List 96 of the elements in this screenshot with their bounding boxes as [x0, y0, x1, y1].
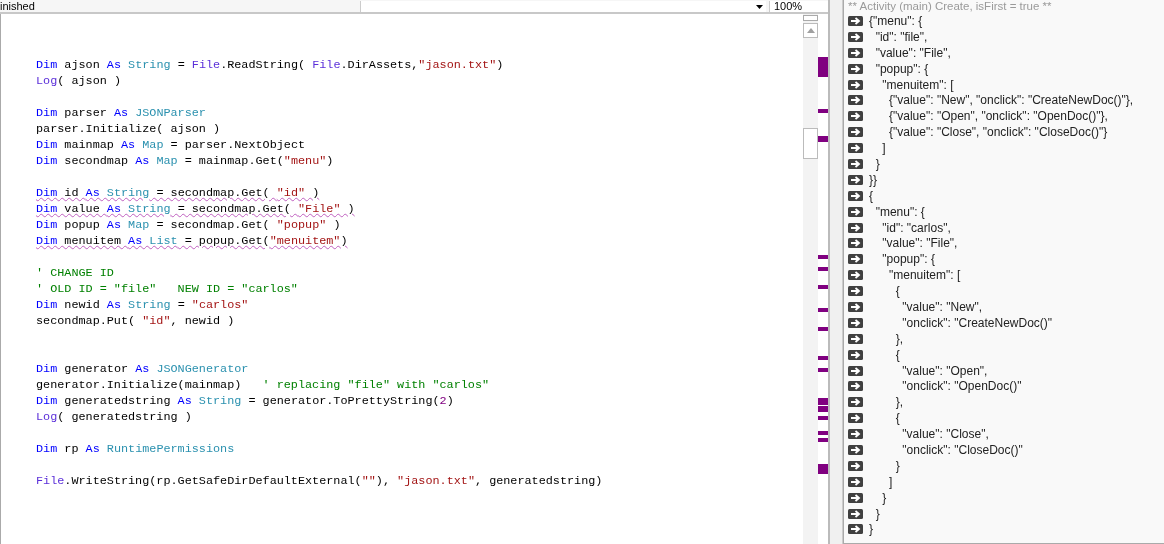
code-line: Dim mainmap As Map = parser.NextObject: [36, 138, 306, 152]
arrow-icon: [848, 460, 863, 471]
dropdown-field[interactable]: [360, 1, 766, 12]
log-line: {: [894, 284, 900, 299]
log-line: }}: [869, 172, 877, 187]
code-line: Log( ajson ): [36, 74, 121, 88]
arrow-icon: [848, 63, 863, 74]
split-handle[interactable]: [803, 15, 818, 21]
arrow-icon: [848, 317, 863, 328]
log-line: }: [869, 522, 873, 537]
arrow-icon: [848, 349, 863, 360]
code-line: Log( generatedstring ): [36, 410, 192, 424]
log-header: ** Activity (main) Create, isFirst = true **: [848, 0, 1053, 13]
arrow-icon: [848, 333, 863, 344]
log-line: "popup": {: [874, 61, 929, 76]
log-line: },: [894, 331, 903, 346]
log-line: "value": "New",: [901, 299, 983, 314]
arrow-icon: [848, 286, 863, 297]
arrow-icon: [848, 47, 863, 58]
log-line: {: [894, 411, 900, 426]
arrow-icon: [848, 413, 863, 424]
log-line: "value": "File",: [874, 45, 951, 60]
code-line: Dim generator As JSONGenerator: [36, 362, 249, 376]
status-text: inished: [0, 1, 36, 12]
vertical-scrollbar[interactable]: [803, 14, 818, 544]
log-line: "onclick": "CreateNewDoc()": [901, 315, 1053, 330]
code-line: Dim value As String = secondmap.Get( "File" ): [36, 202, 355, 216]
arrow-icon: [848, 95, 863, 106]
code-line: Dim newid As String = "carlos": [36, 298, 249, 312]
scroll-up-button[interactable]: [803, 23, 818, 38]
arrow-icon: [848, 492, 863, 503]
arrow-icon: [848, 397, 863, 408]
log-line: }: [881, 490, 887, 505]
arrow-icon: [848, 127, 863, 138]
log-line: },: [894, 395, 903, 410]
log-line: }: [874, 506, 880, 521]
arrow-icon: [848, 15, 863, 26]
code-line: parser.Initialize( ajson ): [36, 122, 221, 136]
log-line: "popup": {: [881, 252, 935, 267]
scroll-thumb[interactable]: [803, 128, 818, 159]
arrow-icon: [848, 190, 863, 201]
log-line: "id": "file",: [874, 29, 928, 44]
arrow-icon: [848, 270, 863, 281]
log-line: "value": "Open",: [901, 363, 988, 378]
caret-icon: [756, 4, 763, 9]
arrow-icon: [848, 206, 863, 217]
code-line: Dim popup As Map = secondmap.Get( "popup" ): [36, 218, 341, 232]
log-line: ]: [888, 474, 893, 489]
log-line: ]: [881, 141, 886, 156]
log-line: }: [894, 458, 900, 473]
log-line: "menuitem": [: [881, 77, 954, 92]
log-line: {: [869, 188, 873, 203]
code-line: Dim rp As RuntimePermissions: [36, 442, 235, 456]
log-line: "menuitem": [: [888, 268, 961, 283]
log-line: {: [894, 347, 900, 362]
pane-splitter[interactable]: [828, 0, 843, 544]
code-line: Dim id As String = secondmap.Get( "id" ): [36, 186, 320, 200]
arrow-icon: [848, 476, 863, 487]
arrow-icon: [848, 301, 863, 312]
arrow-icon: [848, 174, 863, 185]
code-line: Dim menuitem As List = popup.Get("menuitem"): [36, 234, 348, 248]
code-line: Dim parser As JSONParser: [36, 106, 206, 120]
code-line: secondmap.Put( "id", newid ): [36, 314, 235, 328]
log-line: }: [874, 156, 880, 171]
code-line: File.WriteString(rp.GetSafeDirDefaultExternal(""), "jason.txt", generatedstring): [36, 474, 603, 488]
arrow-icon: [848, 524, 863, 535]
arrow-icon: [848, 254, 863, 265]
log-line: "id": "carlos",: [881, 220, 951, 235]
code-line: ' CHANGE ID: [36, 266, 114, 280]
code-line: generator.Initialize(mainmap) ' replacing "file" with "carlos": [36, 378, 490, 392]
code-line: Dim generatedstring As String = generator.ToPrettyString(2): [36, 394, 454, 408]
arrow-icon: [848, 238, 863, 249]
arrow-icon: [848, 158, 863, 169]
arrow-icon: [848, 365, 863, 376]
log-line: {"value": "Open", "onclick": "OpenDoc()"},: [888, 109, 1108, 124]
arrow-icon: [848, 143, 863, 154]
arrow-icon: [848, 381, 863, 392]
code-line: Dim ajson As String = File.ReadString( File.DirAssets,"jason.txt"): [36, 58, 504, 72]
arrow-icon: [848, 222, 863, 233]
log-line: "value": "Close",: [901, 427, 989, 442]
arrow-icon: [848, 79, 863, 90]
arrow-icon: [848, 31, 863, 42]
up-arrow-icon: [806, 28, 815, 33]
code-line: ' OLD ID = "file" NEW ID = "carlos": [36, 282, 298, 296]
log-line: "menu": {: [874, 204, 925, 219]
arrow-icon: [848, 111, 863, 122]
log-line: "value": "File",: [881, 236, 958, 251]
arrow-icon: [848, 508, 863, 519]
code-line: Dim secondmap As Map = mainmap.Get("menu"): [36, 154, 334, 168]
arrow-icon: [848, 429, 863, 440]
log-line: "onclick": "OpenDoc()": [901, 379, 1022, 394]
log-line: {"menu": {: [869, 13, 923, 28]
log-line: {"value": "New", "onclick": "CreateNewDoc()"},: [888, 93, 1134, 108]
arrow-icon: [848, 445, 863, 455]
log-line: {"value": "Close", "onclick": "CloseDoc()"}: [888, 125, 1108, 140]
log-line: "onclick": "CloseDoc()": [901, 443, 1023, 457]
